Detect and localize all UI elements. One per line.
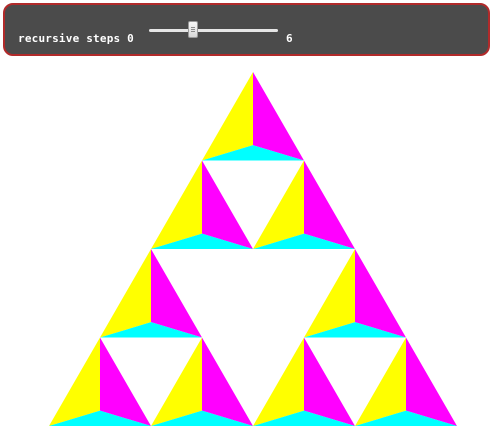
sierpinski-fractal: [49, 72, 457, 426]
fractal-facet-yellow: [100, 249, 151, 338]
fractal-facet-magenta: [406, 337, 457, 426]
fractal-facet-yellow: [151, 160, 202, 249]
fractal-facet-magenta: [355, 249, 406, 338]
fractal-facet-magenta: [304, 160, 355, 249]
fractal-facet-yellow: [202, 72, 253, 161]
fractal-facet-yellow: [49, 337, 100, 426]
fractal-facet-magenta: [253, 72, 304, 161]
